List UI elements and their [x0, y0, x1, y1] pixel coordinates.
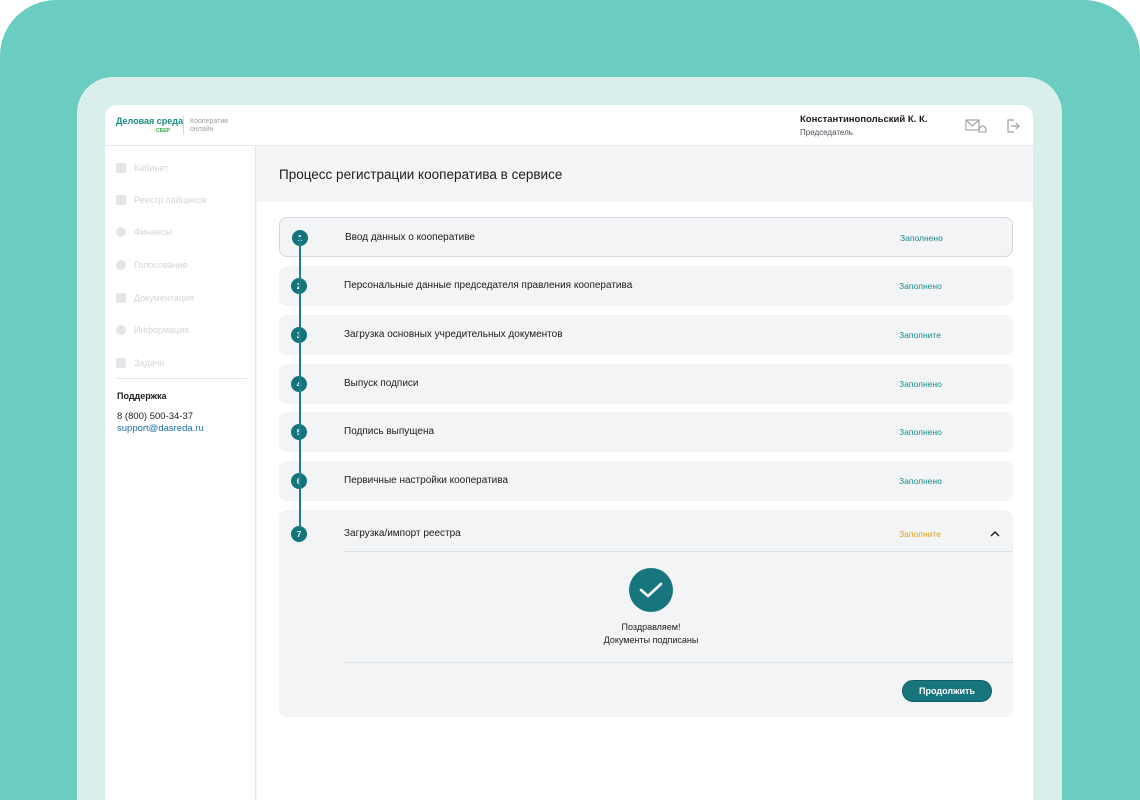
user-name: Константинопольский К. К. [800, 114, 928, 125]
step-status: Заполнено [899, 427, 942, 437]
sidebar-item-info[interactable]: Информация [116, 322, 189, 338]
logo-subtitle: Кооператив онлайн [190, 118, 229, 133]
sidebar: Кабинет Реестр пайщиков Финансы Голосова… [105, 146, 256, 800]
step-status: Заполнено [900, 233, 943, 243]
step-7-expanded: 7 Загрузка/импорт реестра Заполните Позд… [279, 510, 1013, 717]
sidebar-item-docs[interactable]: Документация [116, 290, 194, 306]
user-info[interactable]: Константинопольский К. К. Председатель [800, 114, 927, 137]
step-6[interactable]: 6 Первичные настройки кооператива Заполн… [279, 461, 1013, 501]
step-title[interactable]: Загрузка/импорт реестра [344, 528, 461, 539]
step-2[interactable]: 2 Персональные данные председателя правл… [279, 266, 1013, 306]
sidebar-item-registry[interactable]: Реестр пайщиков [116, 192, 207, 208]
step-5[interactable]: 5 Подпись выпущена Заполнено [279, 412, 1013, 452]
step-3[interactable]: 3 Загрузка основных учредительных докуме… [279, 315, 1013, 355]
coin-icon [116, 227, 126, 237]
calendar-icon [116, 358, 126, 368]
sidebar-item-label: Информация [134, 325, 190, 335]
app-screen: Деловая среда СБЕР Кооператив онлайн Кон… [105, 105, 1033, 800]
document-icon [116, 293, 126, 303]
step-title: Загрузка основных учредительных документ… [344, 329, 563, 340]
sidebar-item-label: Голосование [134, 260, 188, 270]
logo[interactable]: Деловая среда СБЕР [116, 116, 184, 134]
step-title: Ввод данных о кооперативе [345, 232, 475, 243]
info-icon [116, 325, 126, 335]
user-role: Председатель [800, 128, 853, 137]
checkmark-icon [629, 568, 673, 612]
step-4[interactable]: 4 Выпуск подписи Заполнено [279, 364, 1013, 404]
divider [344, 551, 1013, 552]
sidebar-divider [116, 378, 247, 379]
success-message: Поздравляем! Документы подписаны [501, 621, 801, 647]
divider [344, 662, 1013, 663]
step-status: Заполнено [899, 281, 942, 291]
grid-icon [116, 195, 126, 205]
steps-timeline [299, 237, 301, 529]
support-title: Поддержка [117, 391, 167, 401]
step-status: Заполните [899, 330, 941, 340]
sidebar-item-label: Кабинет [134, 163, 169, 173]
logout-icon[interactable] [1002, 117, 1024, 135]
main-header: Процесс регистрации кооператива в сервис… [257, 146, 1033, 202]
step-title: Выпуск подписи [344, 378, 419, 389]
step-status: Заполните [899, 529, 941, 539]
support-phone[interactable]: 8 (800) 500-34-37 [117, 411, 193, 422]
sidebar-item-voting[interactable]: Голосование [116, 257, 188, 273]
check-circle-icon [116, 260, 126, 270]
step-title: Подпись выпущена [344, 426, 435, 437]
step-status: Заполнено [899, 379, 942, 389]
home-icon [116, 163, 126, 173]
sidebar-item-label: Финансы [134, 227, 172, 237]
step-title: Персональные данные председателя правлен… [344, 280, 633, 291]
sidebar-item-finance[interactable]: Финансы [116, 224, 172, 240]
sidebar-item-label: Документация [134, 293, 194, 303]
sidebar-item-cabinet[interactable]: Кабинет [116, 160, 168, 176]
step-title: Первичные настройки кооператива [344, 475, 508, 486]
congrats-line-1: Поздравляем! [621, 622, 681, 632]
step-1[interactable]: 1 Ввод данных о кооперативе Заполнено [279, 217, 1013, 257]
page-title: Процесс регистрации кооператива в сервис… [279, 167, 563, 182]
congrats-line-2: Документы подписаны [603, 635, 699, 645]
logo-separator [183, 115, 184, 135]
sidebar-item-label: Задачи [134, 358, 165, 368]
mail-bell-icon[interactable] [965, 117, 987, 135]
support-email-link[interactable]: support@dasreda.ru [117, 423, 204, 434]
top-bar: Деловая среда СБЕР Кооператив онлайн Кон… [105, 105, 1033, 146]
step-status: Заполнено [899, 476, 942, 486]
sidebar-item-tasks[interactable]: Задачи [116, 355, 164, 371]
logo-sber-mark: СБЕР [156, 128, 170, 134]
sidebar-item-label: Реестр пайщиков [134, 195, 207, 205]
continue-button[interactable]: Продолжить [902, 680, 992, 702]
chevron-up-icon[interactable] [988, 527, 1002, 541]
logo-text: Деловая среда [116, 116, 184, 126]
